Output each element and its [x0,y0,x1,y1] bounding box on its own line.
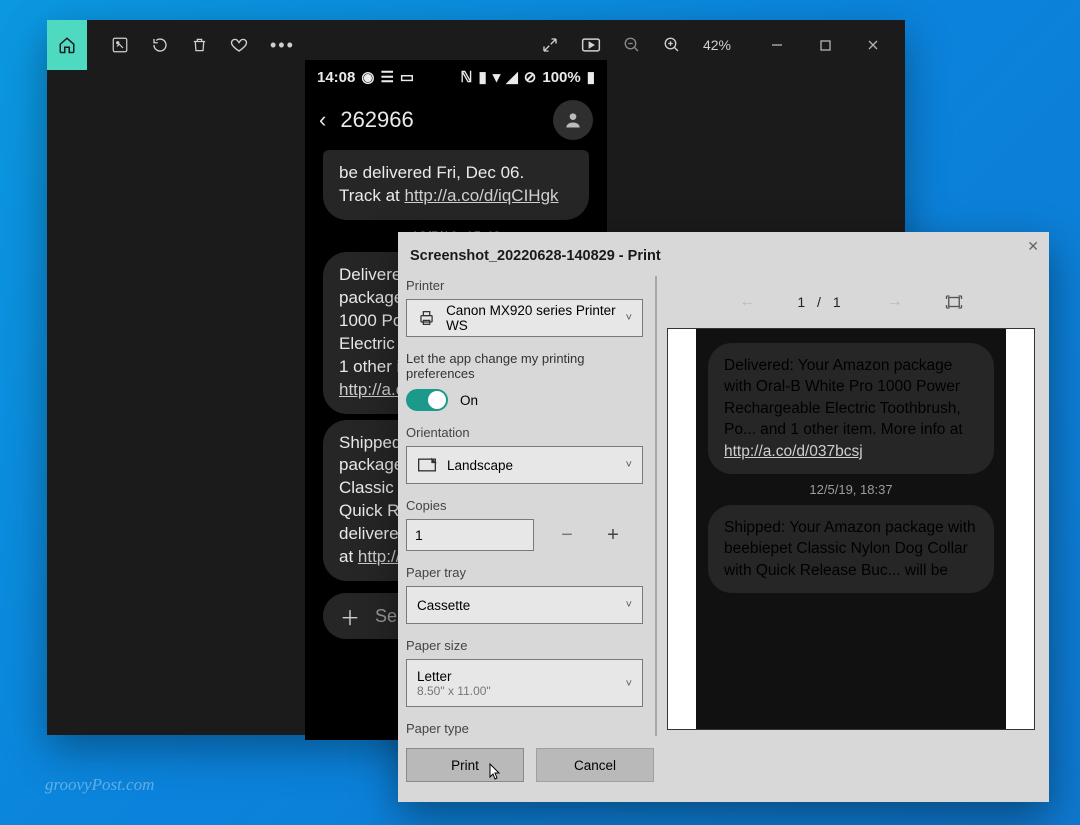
orientation-select[interactable]: Landscape ˅ [406,446,643,484]
print-options-pane: Printer Canon MX920 series Printer WS ˅ … [406,272,657,738]
chevron-down-icon: ˅ [626,599,632,611]
printer-icon [417,308,436,328]
status-icon: ▭ [400,68,414,86]
paper-type-label: Paper type [406,721,643,736]
phone-statusbar: 14:08 ◉ ☰ ▭ ℕ ▮ ▾ ◢ ⊘ 100% ▮ [305,60,607,94]
paper-size-select[interactable]: Letter 8.50" x 11.00" ˅ [406,659,643,707]
copies-input[interactable]: 1 [406,519,534,551]
preview-message: Shipped: Your Amazon package with beebie… [708,505,994,593]
preferences-label: Let the app change my printing preferenc… [406,351,643,381]
toggle-state: On [460,393,478,408]
chevron-down-icon: ˅ [626,459,632,471]
next-page-icon[interactable]: → [887,293,903,311]
wifi-icon: ▾ [493,68,501,86]
zoom-level: 42% [703,37,731,53]
home-button[interactable] [47,20,87,70]
zoom-out-icon[interactable] [623,36,641,54]
page-indicator: 1 / 1 [797,294,844,310]
copies-label: Copies [406,498,643,513]
preview-message: Delivered: Your Amazon package with Oral… [708,343,994,474]
page-navigator: ← 1 / 1 → [667,280,1035,324]
fit-page-icon[interactable] [945,294,963,310]
battery-icon: ▮ [587,68,595,86]
status-icon: ☰ [380,68,393,86]
preview-timestamp: 12/5/19, 18:37 [696,482,1006,497]
printer-select[interactable]: Canon MX920 series Printer WS ˅ [406,299,643,337]
print-preview-pane: ← 1 / 1 → Delivered: Your Amazon package… [657,272,1049,738]
battery-pct: 100% [542,69,580,86]
avatar[interactable] [553,100,593,140]
attach-icon[interactable]: ＋ [339,605,361,627]
phone-time: 14:08 [317,69,355,86]
delete-icon[interactable] [191,36,208,54]
paper-tray-label: Paper tray [406,565,643,580]
conversation-number: 262966 [340,107,413,133]
paper-size-label: Paper size [406,638,643,653]
tracking-link[interactable]: http://a.co/d/iqCIHgk [405,186,559,205]
cursor-icon [489,763,501,781]
scrollbar[interactable] [655,276,657,736]
prev-page-icon[interactable]: ← [739,293,755,311]
print-dialog: ✕ Screenshot_20220628-140829 - Print Pri… [398,232,1049,802]
edit-icon[interactable] [111,36,129,54]
chevron-down-icon: ˅ [626,678,632,690]
window-maximize-button[interactable] [801,28,849,62]
status-icon: ◉ [361,68,374,86]
print-button[interactable]: Print [406,748,524,782]
close-icon[interactable]: ✕ [1027,238,1039,255]
cancel-button[interactable]: Cancel [536,748,654,782]
message-bubble: be delivered Fri, Dec 06. Track at http:… [323,150,589,220]
copies-decrement[interactable]: − [554,524,580,547]
preview-page: Delivered: Your Amazon package with Oral… [667,328,1035,730]
window-minimize-button[interactable] [753,28,801,62]
printer-label: Printer [406,278,643,293]
landscape-icon [417,457,437,473]
fullscreen-icon[interactable] [541,36,559,54]
window-close-button[interactable] [849,28,897,62]
copies-increment[interactable]: + [600,524,626,547]
preview-link: http://a.co/d/037bcsj [724,443,863,460]
preferences-toggle[interactable] [406,389,448,411]
paper-tray-select[interactable]: Cassette ˅ [406,586,643,624]
favorite-icon[interactable] [230,36,248,54]
orientation-label: Orientation [406,425,643,440]
back-icon[interactable]: ‹ [319,107,326,133]
dialog-title: Screenshot_20220628-140829 - Print [398,232,1049,272]
signal-icon: ◢ [506,68,518,86]
zoom-in-icon[interactable] [663,36,681,54]
slideshow-icon[interactable] [581,37,601,53]
nfc-icon: ℕ [460,68,472,86]
chevron-down-icon: ˅ [626,312,632,324]
battery-saver-icon: ▮ [478,68,486,86]
mute-icon: ⊘ [524,68,537,86]
watermark: groovyPost.com [45,775,154,795]
rotate-icon[interactable] [151,36,169,54]
more-icon[interactable]: ••• [270,35,295,56]
